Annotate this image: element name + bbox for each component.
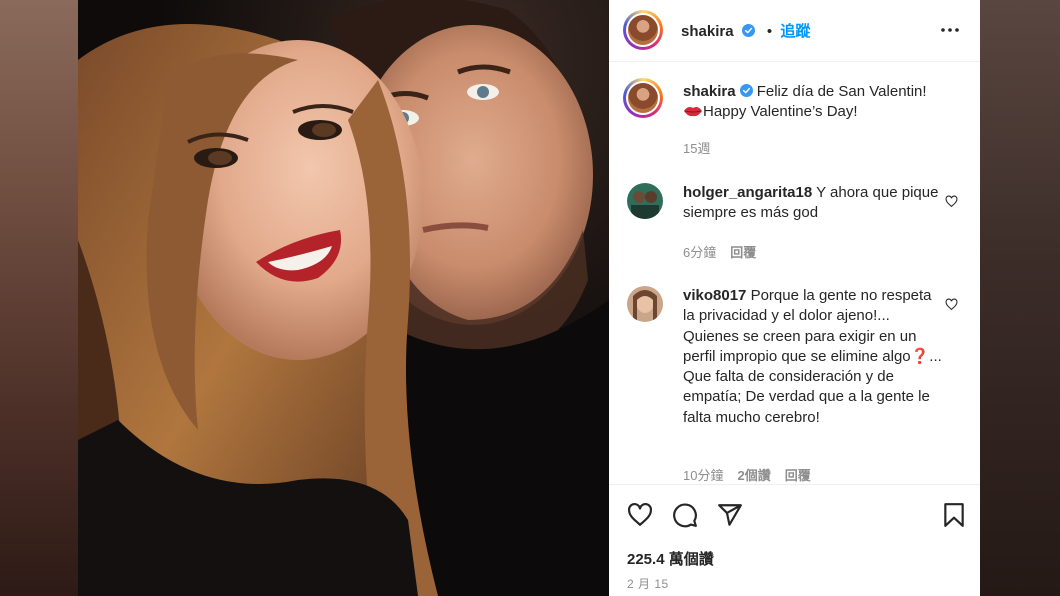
reply-button[interactable]: 回覆 <box>785 468 811 483</box>
author-username[interactable]: shakira <box>681 23 734 40</box>
header-user-row: shakira • 追蹤 <box>681 20 810 41</box>
post-header: shakira • 追蹤 <box>609 0 980 62</box>
verified-badge-icon <box>739 84 753 97</box>
comment-time[interactable]: 6分鐘 <box>683 245 716 260</box>
commenter-username[interactable]: viko8017 <box>683 287 746 304</box>
comment-time[interactable]: 10分鐘 <box>683 468 723 483</box>
comment-like-heart-icon[interactable] <box>945 195 958 208</box>
kiss-lips-icon <box>684 107 702 117</box>
caption-author-avatar[interactable] <box>623 78 663 118</box>
post-actions: 225.4 萬個讚 2 月 15 <box>609 484 980 596</box>
commenter-username[interactable]: holger_angarita18 <box>683 184 812 201</box>
caption-line-2: Happy Valentine’s Day! <box>703 103 858 120</box>
follow-button[interactable]: 追蹤 <box>780 23 810 40</box>
comment-body: viko8017 Porque la gente no respeta la p… <box>683 286 943 428</box>
caption-line-1: Feliz día de San Valentin! <box>756 83 927 100</box>
backdrop-left <box>0 0 78 596</box>
commenter-avatar[interactable] <box>627 183 663 219</box>
commenter-avatar[interactable] <box>627 286 663 322</box>
backdrop-right <box>980 0 1060 596</box>
comment-like-heart-icon[interactable] <box>945 298 958 311</box>
paper-plane-icon[interactable] <box>717 502 743 528</box>
comment-text: Porque la gente no respeta la privacidad… <box>683 287 942 426</box>
reply-button[interactable]: 回覆 <box>730 245 756 260</box>
more-options-icon[interactable] <box>940 20 960 40</box>
comment-body: holger_angarita18 Y ahora que pique siem… <box>683 183 943 224</box>
post-photo[interactable] <box>78 0 609 596</box>
author-avatar[interactable] <box>623 10 663 50</box>
likes-count[interactable]: 225.4 萬個讚 <box>627 548 714 569</box>
caption-text: shakira Feliz día de San Valentin! Happy… <box>683 82 968 122</box>
caption-username[interactable]: shakira <box>683 83 736 100</box>
comment-meta: 6分鐘 回覆 <box>683 242 770 261</box>
caption-timestamp[interactable]: 15週 <box>683 138 710 157</box>
comment-bubble-icon[interactable] <box>672 502 698 528</box>
heart-icon[interactable] <box>627 502 653 528</box>
verified-badge-icon <box>741 24 755 37</box>
post-detail-panel: shakira • 追蹤 shakira Feliz día de San Va… <box>609 0 980 596</box>
selfie-image <box>78 0 609 596</box>
comment-meta: 10分鐘 2個讚 回覆 <box>683 465 825 484</box>
bookmark-icon[interactable] <box>941 502 967 528</box>
separator-dot: • <box>766 23 773 40</box>
post-date: 2 月 15 <box>627 577 669 591</box>
comment-likes-count[interactable]: 2個讚 <box>737 468 770 483</box>
